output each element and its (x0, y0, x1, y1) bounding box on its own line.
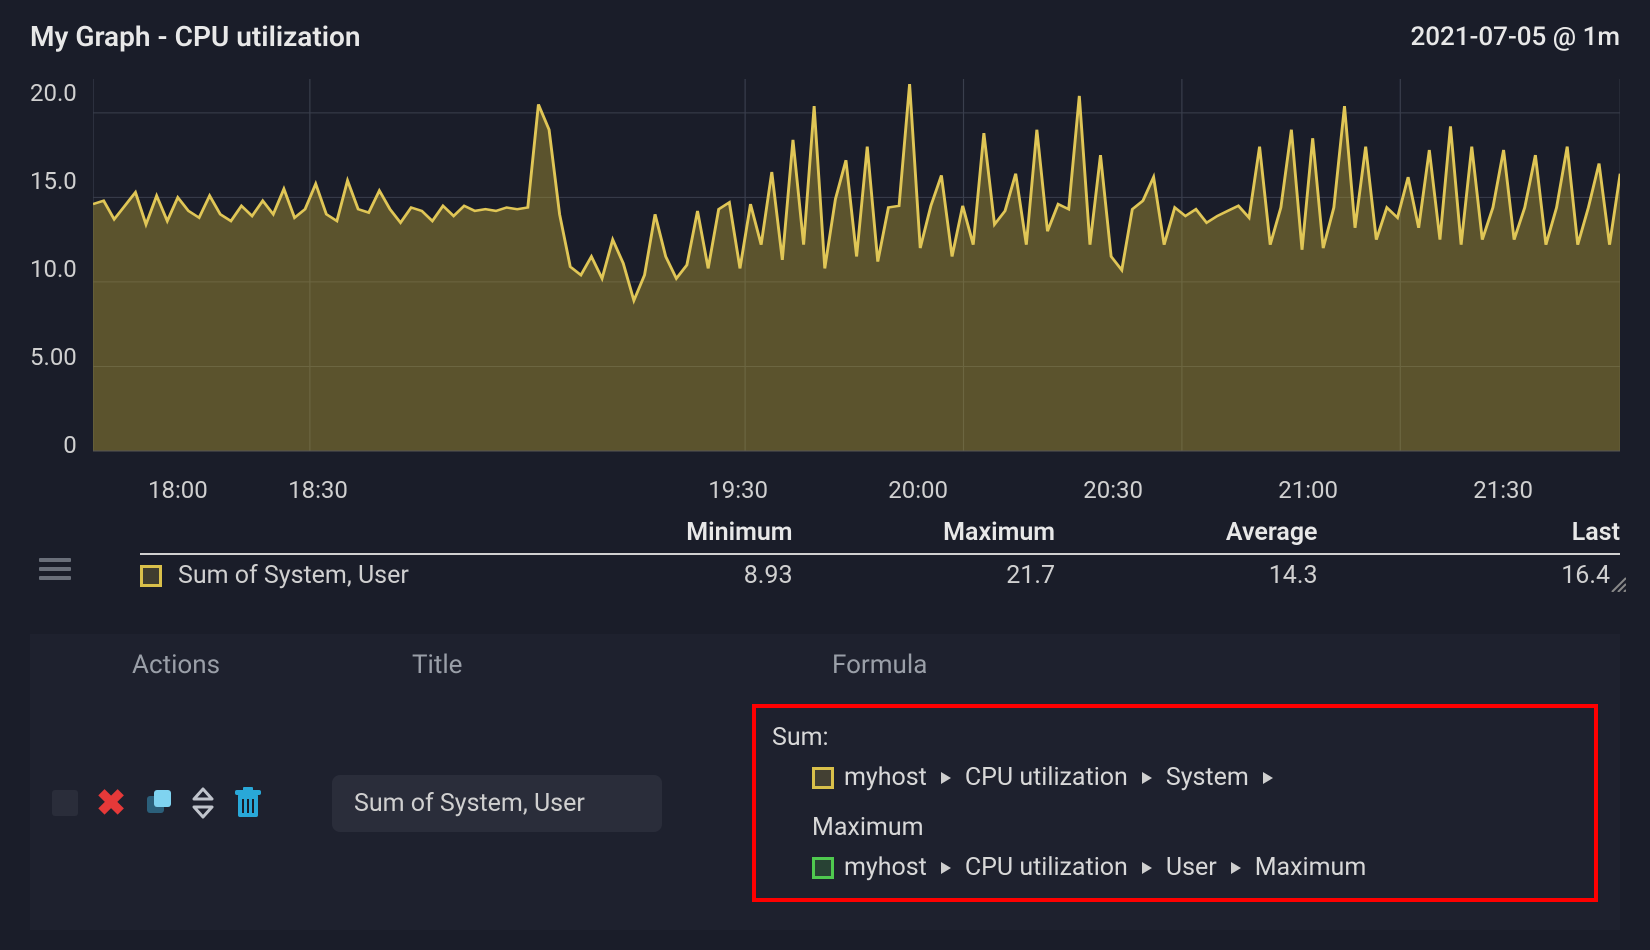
series-name: Sum of System, User (178, 561, 409, 590)
y-axis: 20.0 15.0 10.0 5.00 0 (30, 79, 93, 459)
y-tick: 0 (63, 431, 77, 459)
x-tick: 18:30 (218, 476, 418, 504)
x-tick: 21:00 (1143, 476, 1338, 504)
stats-col-max: Maximum (833, 518, 1096, 547)
breadcrumb-sep-icon (1142, 862, 1152, 874)
series-swatch-icon (140, 565, 162, 587)
resize-handle-icon[interactable] (1608, 574, 1626, 592)
trash-icon[interactable] (232, 786, 264, 820)
action-icons: ✖ (52, 782, 312, 824)
x-tick: 20:30 (948, 476, 1143, 504)
x-tick: 21:30 (1338, 476, 1533, 504)
breadcrumb-sep-icon (941, 862, 951, 874)
x-tick: 20:00 (768, 476, 948, 504)
line-chart[interactable] (93, 71, 1620, 466)
y-tick: 15.0 (30, 167, 77, 195)
stats-table: Minimum Maximum Average Last Sum of Syst… (140, 512, 1620, 596)
stat-max: 21.7 (833, 561, 1096, 590)
breadcrumb-sep-icon (941, 772, 951, 784)
formula-operation: Sum: (772, 718, 1578, 758)
header: My Graph - CPU utilization 2021-07-05 @ … (30, 20, 1620, 53)
chart-area: 20.0 15.0 10.0 5.00 0 (30, 71, 1620, 466)
row-checkbox[interactable] (52, 790, 78, 816)
reorder-icon[interactable] (192, 787, 214, 819)
timestamp: 2021-07-05 @ 1m (1410, 22, 1620, 52)
y-tick: 10.0 (30, 255, 77, 283)
x-tick: 19:30 (418, 476, 768, 504)
delete-icon[interactable]: ✖ (96, 782, 126, 824)
formula-item: myhost CPU utilization User Maximum (772, 848, 1578, 888)
breadcrumb-sep-icon (1142, 772, 1152, 784)
y-tick: 20.0 (30, 79, 77, 107)
copy-icon[interactable] (144, 788, 174, 818)
formula-box[interactable]: Sum: myhost CPU utilization System Maxim… (752, 704, 1598, 902)
swatch-icon (812, 767, 834, 789)
stat-min: 8.93 (570, 561, 833, 590)
formula-item: myhost CPU utilization System Maximum (772, 758, 1578, 848)
stat-avg: 14.3 (1095, 561, 1358, 590)
page-title: My Graph - CPU utilization (30, 20, 361, 53)
editor-section: Actions Title Formula ✖ (30, 634, 1620, 930)
stat-last: 16.4 (1358, 561, 1621, 590)
editor-col-actions: Actions (132, 650, 392, 680)
hamburger-icon[interactable] (30, 558, 80, 580)
x-axis: 18:00 18:30 19:30 20:00 20:30 21:00 21:3… (148, 476, 1620, 504)
x-tick: 18:00 (148, 476, 218, 504)
breadcrumb-sep-icon (1231, 862, 1241, 874)
editor-col-formula: Formula (832, 650, 1598, 680)
editor-col-title: Title (412, 650, 812, 680)
title-input[interactable]: Sum of System, User (332, 775, 662, 832)
stats-col-avg: Average (1095, 518, 1358, 547)
stats-col-min: Minimum (570, 518, 833, 547)
stats-col-last: Last (1358, 518, 1621, 547)
y-tick: 5.00 (30, 343, 77, 371)
swatch-icon (812, 857, 834, 879)
breadcrumb-sep-icon (1263, 772, 1273, 784)
